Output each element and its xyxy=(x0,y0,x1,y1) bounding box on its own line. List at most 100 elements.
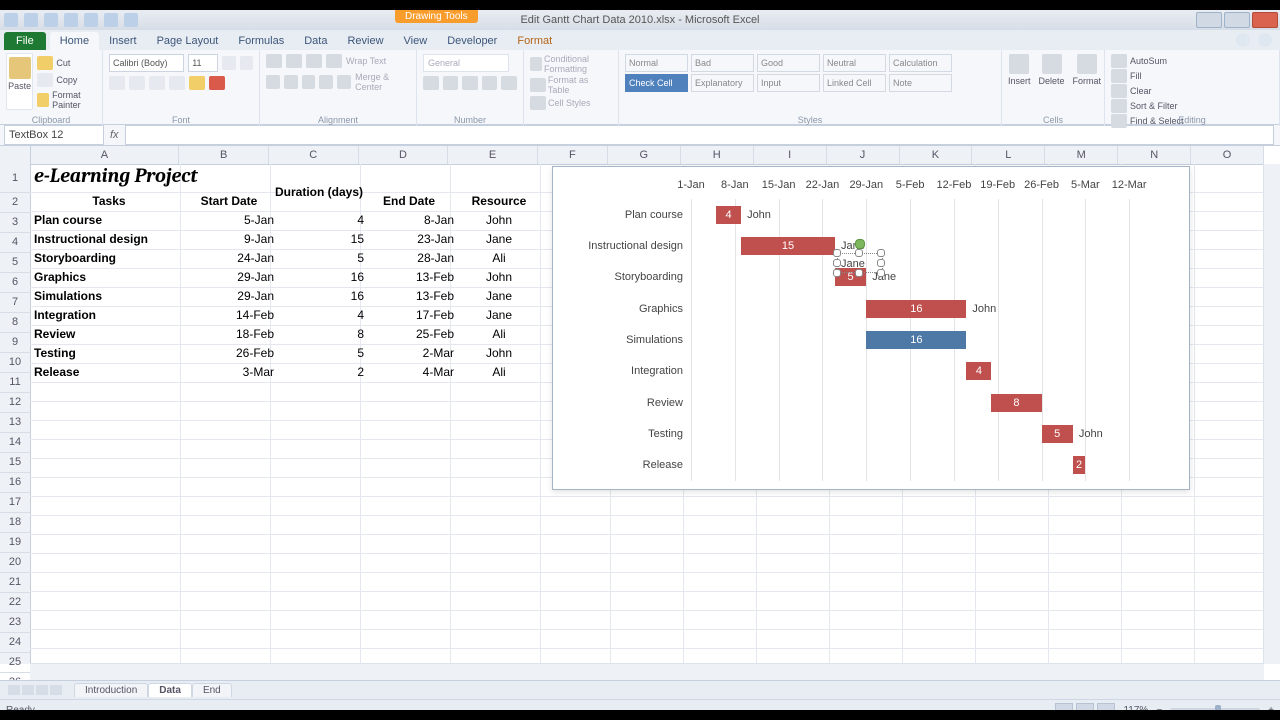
autosum-button[interactable]: AutoSum xyxy=(1111,54,1273,68)
cell-style-bad[interactable]: Bad xyxy=(691,54,754,72)
chart-bar[interactable]: 5 xyxy=(1042,425,1073,443)
cell-A11[interactable]: Release xyxy=(30,363,188,382)
fx-icon[interactable]: fx xyxy=(110,129,119,141)
column-header-M[interactable]: M xyxy=(1045,146,1118,164)
cell-E4[interactable]: Jane xyxy=(450,230,548,249)
column-header-I[interactable]: I xyxy=(754,146,827,164)
cell-A9[interactable]: Review xyxy=(30,325,188,344)
cell-A2[interactable]: Tasks xyxy=(30,192,188,211)
format-button[interactable]: Format xyxy=(1073,54,1102,86)
cell-C9[interactable]: 8 xyxy=(270,325,368,344)
cond-fmt-icon[interactable] xyxy=(530,57,542,71)
cell-style-explanatory[interactable]: Explanatory xyxy=(691,74,754,92)
comma-icon[interactable] xyxy=(462,76,478,90)
select-all-corner[interactable] xyxy=(0,146,31,164)
cell-C3[interactable]: 4 xyxy=(270,211,368,230)
cell-D2[interactable]: End Date xyxy=(360,192,458,211)
column-header-N[interactable]: N xyxy=(1118,146,1191,164)
cell-C8[interactable]: 4 xyxy=(270,306,368,325)
row-header-5[interactable]: 5 xyxy=(0,253,30,273)
prev-sheet-icon[interactable] xyxy=(22,685,34,695)
cell-D3[interactable]: 8-Jan xyxy=(360,211,458,230)
column-header-J[interactable]: J xyxy=(827,146,900,164)
horizontal-scrollbar[interactable] xyxy=(30,663,1264,680)
sheet-tab-data[interactable]: Data xyxy=(148,683,192,697)
ribbon-tab-home[interactable]: Home xyxy=(50,32,99,50)
ribbon-tab-developer[interactable]: Developer xyxy=(437,32,507,50)
next-sheet-icon[interactable] xyxy=(36,685,48,695)
font-size-select[interactable]: 11 xyxy=(188,54,218,72)
chart-bar[interactable]: 4 xyxy=(966,362,991,380)
cell-A1[interactable]: e-Learning Project xyxy=(30,164,438,188)
copy-icon[interactable] xyxy=(37,73,53,87)
column-header-G[interactable]: G xyxy=(608,146,681,164)
cell-A4[interactable]: Instructional design xyxy=(30,230,188,249)
maximize-button[interactable] xyxy=(1224,12,1250,28)
sort-filter-button[interactable]: Sort & Filter xyxy=(1111,99,1273,113)
help-icon[interactable] xyxy=(1258,33,1272,47)
cell-D9[interactable]: 25-Feb xyxy=(360,325,458,344)
cell-style-calculation[interactable]: Calculation xyxy=(889,54,952,72)
cell-styles-icon[interactable] xyxy=(530,96,546,110)
cell-A5[interactable]: Storyboarding xyxy=(30,249,188,268)
resize-handle[interactable] xyxy=(833,249,841,257)
format-painter-icon[interactable] xyxy=(37,93,49,107)
minimize-button[interactable] xyxy=(1196,12,1222,28)
shrink-font-icon[interactable] xyxy=(240,56,253,70)
inc-decimal-icon[interactable] xyxy=(482,76,498,90)
wrap-text-button[interactable]: Wrap Text xyxy=(346,56,386,66)
row-header-14[interactable]: 14 xyxy=(0,433,30,453)
cell-A8[interactable]: Integration xyxy=(30,306,188,325)
ribbon-tab-data[interactable]: Data xyxy=(294,32,337,50)
row-header-9[interactable]: 9 xyxy=(0,333,30,353)
italic-icon[interactable] xyxy=(129,76,145,90)
font-color-icon[interactable] xyxy=(209,76,225,90)
column-header-L[interactable]: L xyxy=(972,146,1045,164)
column-header-D[interactable]: D xyxy=(359,146,449,164)
align-left-icon[interactable] xyxy=(266,75,280,89)
incr-indent-icon[interactable] xyxy=(337,75,351,89)
row-header-26[interactable]: 26 xyxy=(0,673,30,680)
cell-C4[interactable]: 15 xyxy=(270,230,368,249)
resize-handle[interactable] xyxy=(877,259,885,267)
cell-D10[interactable]: 2-Mar xyxy=(360,344,458,363)
row-header-4[interactable]: 4 xyxy=(0,233,30,253)
chart-bar[interactable]: 16 xyxy=(866,331,966,349)
cell-style-neutral[interactable]: Neutral xyxy=(823,54,886,72)
percent-icon[interactable] xyxy=(443,76,459,90)
cell-B5[interactable]: 24-Jan xyxy=(180,249,278,268)
grow-font-icon[interactable] xyxy=(222,56,235,70)
cell-D7[interactable]: 13-Feb xyxy=(360,287,458,306)
resize-handle[interactable] xyxy=(877,249,885,257)
currency-icon[interactable] xyxy=(423,76,439,90)
row-header-23[interactable]: 23 xyxy=(0,613,30,633)
chart-bar[interactable]: 15 xyxy=(741,237,835,255)
cell-D5[interactable]: 28-Jan xyxy=(360,249,458,268)
cell-D4[interactable]: 23-Jan xyxy=(360,230,458,249)
row-header-21[interactable]: 21 xyxy=(0,573,30,593)
cell-B8[interactable]: 14-Feb xyxy=(180,306,278,325)
resize-handle[interactable] xyxy=(855,249,863,257)
underline-icon[interactable] xyxy=(149,76,165,90)
cell-C5[interactable]: 5 xyxy=(270,249,368,268)
row-header-2[interactable]: 2 xyxy=(0,193,30,213)
row-header-18[interactable]: 18 xyxy=(0,513,30,533)
file-tab[interactable]: File xyxy=(4,32,46,50)
merge-center-button[interactable]: Merge & Center xyxy=(355,72,410,92)
row-header-15[interactable]: 15 xyxy=(0,453,30,473)
column-header-A[interactable]: A xyxy=(31,146,180,164)
fill-color-icon[interactable] xyxy=(189,76,205,90)
fill-button[interactable]: Fill xyxy=(1111,69,1273,83)
column-header-H[interactable]: H xyxy=(681,146,754,164)
row-header-25[interactable]: 25 xyxy=(0,653,30,673)
column-header-K[interactable]: K xyxy=(900,146,973,164)
number-format-select[interactable]: General xyxy=(423,54,509,72)
cell-E9[interactable]: Ali xyxy=(450,325,548,344)
chart-bar[interactable]: 4 xyxy=(716,206,741,224)
align-center-icon[interactable] xyxy=(284,75,298,89)
ribbon-tab-format[interactable]: Format xyxy=(507,32,562,50)
cell-style-note[interactable]: Note xyxy=(889,74,952,92)
ribbon-tab-page-layout[interactable]: Page Layout xyxy=(147,32,229,50)
cell-A7[interactable]: Simulations xyxy=(30,287,188,306)
row-header-16[interactable]: 16 xyxy=(0,473,30,493)
